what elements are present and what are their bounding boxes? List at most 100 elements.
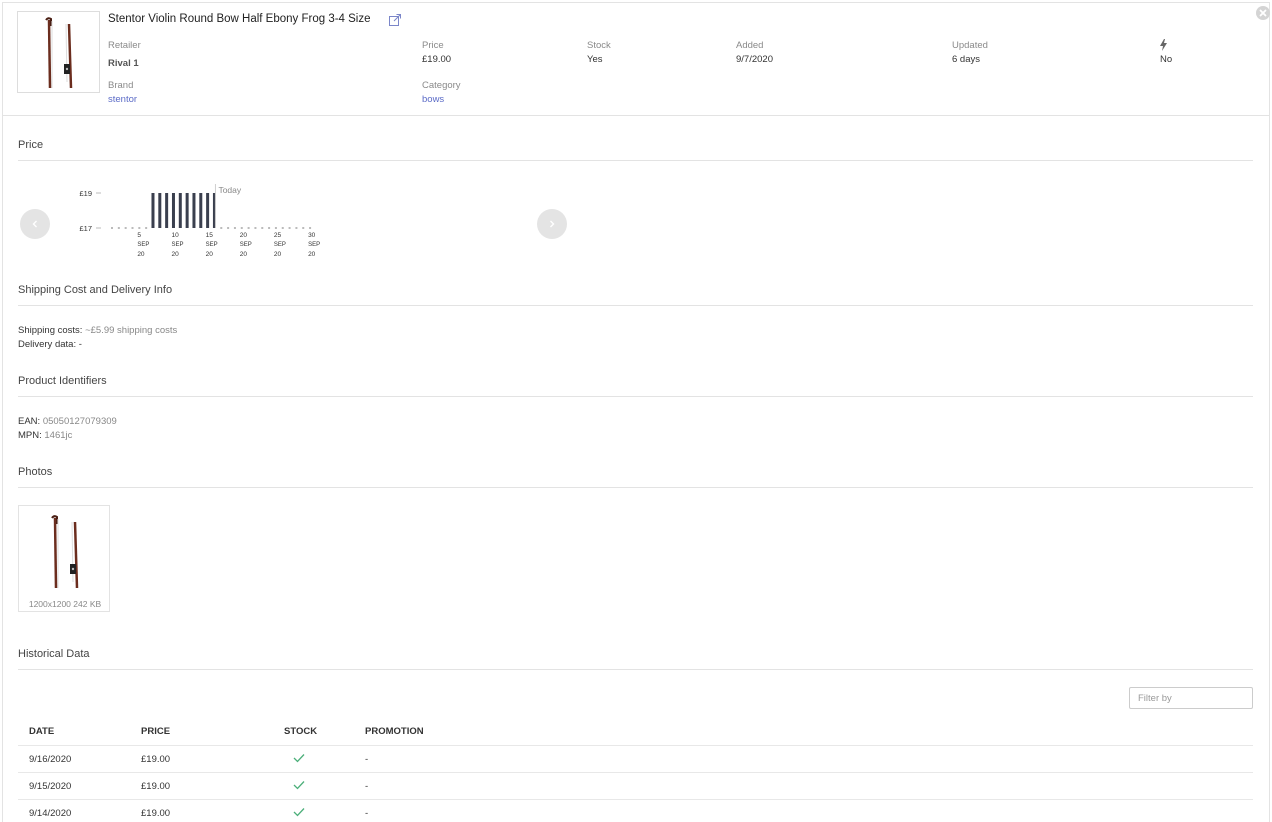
brand-label: Brand	[108, 80, 134, 91]
table-row: 9/15/2020 £19.00 -	[18, 772, 1253, 799]
updated-label: Updated	[952, 40, 988, 51]
divider	[18, 396, 1253, 397]
column-header-promotion[interactable]: PROMOTION	[365, 726, 424, 737]
section-title-price: Price	[18, 139, 44, 151]
section-title-identifiers: Product Identifiers	[18, 375, 107, 387]
price-bar	[199, 193, 203, 228]
shipping-costs-line: Shipping costs: ~£5.99 shipping costs	[18, 325, 177, 336]
close-button[interactable]	[1256, 6, 1270, 20]
check-icon	[293, 781, 305, 790]
column-header-stock[interactable]: STOCK	[284, 726, 317, 737]
table-row: 9/16/2020 £19.00 -	[18, 745, 1253, 772]
x-tick-year: 20	[308, 251, 316, 258]
x-tick-day: 20	[240, 232, 248, 239]
product-thumbnail[interactable]	[17, 11, 100, 93]
shipping-costs-value: ~£5.99 shipping costs	[85, 325, 178, 336]
x-tick-day: 15	[206, 232, 214, 239]
stock-label: Stock	[587, 40, 611, 51]
today-label: Today	[218, 185, 241, 195]
price-value: £19.00	[422, 54, 452, 65]
date-cell: 9/15/2020	[29, 781, 72, 792]
price-bar	[158, 193, 162, 228]
table-row: 9/14/2020 £19.00 -	[18, 799, 1253, 822]
x-tick-month: SEP	[171, 242, 183, 248]
section-title-shipping: Shipping Cost and Delivery Info	[18, 284, 173, 296]
x-tick-year: 20	[206, 251, 214, 258]
stock-value: Yes	[587, 54, 603, 65]
mpn-line: MPN: 1461jc	[18, 430, 72, 441]
price-history-chart: £19 £17 Today 5 SEP 20 10 SEP 20 15 SEP 20 20 SEP 20 25…	[79, 184, 320, 258]
x-tick-year: 20	[171, 251, 179, 258]
x-tick-year: 20	[240, 251, 248, 258]
ean-line: EAN: 05050127079309	[18, 416, 117, 427]
x-tick-month: SEP	[137, 242, 149, 248]
x-tick-month: SEP	[206, 242, 218, 248]
check-icon	[293, 808, 305, 817]
date-cell: 9/14/2020	[29, 808, 72, 819]
category-link[interactable]: bows	[422, 94, 444, 105]
retailer-label: Retailer	[108, 40, 141, 51]
y-tick-label: £17	[79, 224, 92, 233]
x-tick-year: 20	[137, 251, 145, 258]
brand-link[interactable]: stentor	[108, 94, 137, 105]
column-header-price[interactable]: PRICE	[141, 726, 170, 737]
x-tick-month: SEP	[274, 242, 286, 248]
promotion-cell: -	[365, 781, 369, 792]
price-bar	[192, 193, 196, 228]
ean-label: EAN:	[18, 416, 41, 427]
close-icon	[1259, 9, 1267, 17]
column-header-date[interactable]: DATE	[29, 726, 54, 737]
y-tick-label: £19	[79, 189, 92, 198]
price-cell: £19.00	[141, 781, 171, 792]
price-label: Price	[422, 40, 444, 51]
product-title: Stentor Violin Round Bow Half Ebony Frog…	[108, 13, 371, 25]
x-tick-day: 25	[274, 232, 282, 239]
price-bar	[206, 193, 210, 228]
promotion-cell: -	[365, 808, 369, 819]
price-cell: £19.00	[141, 754, 171, 765]
price-bar	[178, 193, 182, 228]
category-label: Category	[422, 80, 461, 91]
delivery-data-line: Delivery data: -	[18, 339, 82, 350]
divider	[18, 305, 1253, 306]
promotion-cell: -	[365, 754, 369, 765]
x-tick-day: 10	[171, 232, 179, 239]
ean-value: 05050127079309	[42, 416, 117, 427]
product-header: Stentor Violin Round Bow Half Ebony Frog…	[3, 3, 1269, 116]
divider	[18, 487, 1253, 488]
shipping-costs-label: Shipping costs:	[18, 325, 83, 336]
external-link-icon[interactable]	[388, 13, 402, 27]
price-bar	[171, 193, 175, 228]
check-icon	[293, 754, 305, 763]
section-title-history: Historical Data	[18, 648, 90, 660]
product-photo[interactable]: 1200x1200 242 KB	[18, 505, 110, 612]
updated-value: 6 days	[952, 54, 980, 65]
date-cell: 9/16/2020	[29, 754, 72, 765]
retailer-value: Rival 1	[108, 58, 139, 69]
delivery-data-label: Delivery data:	[18, 339, 77, 350]
violin-bow-image	[51, 515, 79, 589]
violin-bow-image	[45, 17, 73, 89]
lightning-bolt-icon	[1160, 39, 1167, 51]
divider	[18, 669, 1253, 670]
price-bar	[151, 193, 155, 228]
divider	[18, 160, 1253, 161]
added-value: 9/7/2020	[736, 54, 773, 65]
delivery-data-value: -	[78, 339, 82, 350]
mpn-label: MPN:	[18, 430, 42, 441]
x-tick-month: SEP	[308, 242, 320, 248]
price-cell: £19.00	[141, 808, 171, 819]
x-tick-day: 5	[137, 232, 141, 239]
promotion-value: No	[1160, 54, 1173, 65]
section-title-photos: Photos	[18, 466, 53, 478]
price-bar	[165, 193, 169, 228]
x-tick-day: 30	[308, 232, 316, 239]
x-tick-year: 20	[274, 251, 282, 258]
filter-input[interactable]	[1129, 687, 1253, 709]
added-label: Added	[736, 40, 764, 51]
photo-caption: 1200x1200 242 KB	[28, 599, 102, 609]
x-tick-month: SEP	[240, 242, 252, 248]
product-detail-card: Stentor Violin Round Bow Half Ebony Frog…	[2, 2, 1270, 822]
price-bar	[185, 193, 189, 228]
mpn-value: 1461jc	[44, 430, 73, 441]
